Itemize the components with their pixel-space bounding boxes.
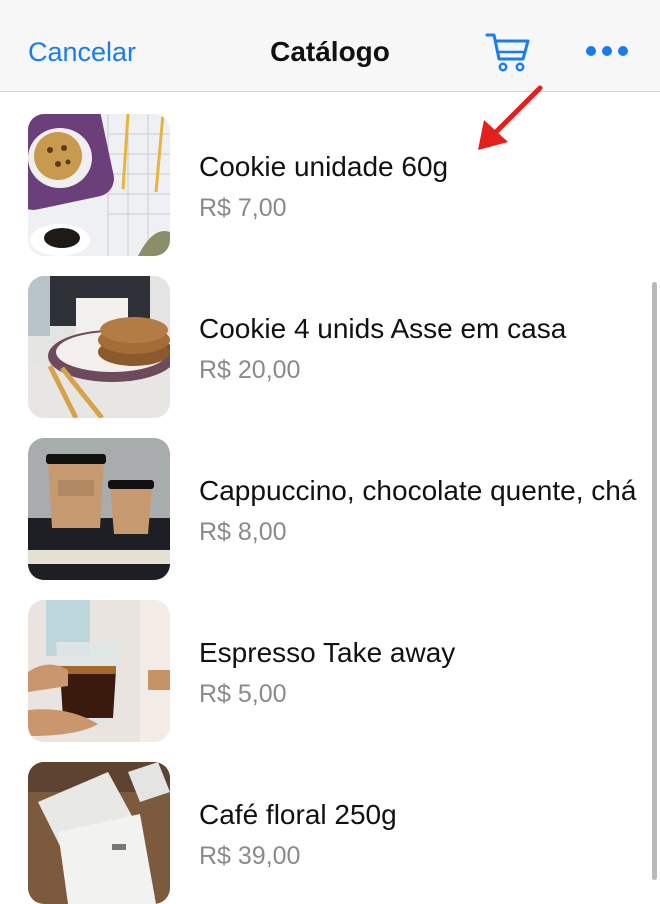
- product-thumbnail: [28, 438, 170, 580]
- product-thumbnail: [28, 600, 170, 742]
- scrollbar[interactable]: [652, 282, 657, 880]
- product-name: Cookie unidade 60g: [199, 151, 449, 182]
- more-icon: [586, 46, 628, 56]
- cart-icon: [485, 33, 530, 72]
- product-thumbnail: [28, 762, 170, 904]
- list-item[interactable]: Café floral 250g R$ 39,00: [0, 740, 660, 904]
- product-name: Espresso Take away: [199, 637, 456, 668]
- list-item[interactable]: Cookie 4 unids Asse em casa R$ 20,00: [0, 254, 660, 418]
- list-item[interactable]: Cookie unidade 60g R$ 7,00: [0, 92, 660, 256]
- cart-button[interactable]: [484, 30, 532, 74]
- product-price: R$ 8,00: [199, 518, 287, 546]
- navigation-bar: Cancelar Catálogo: [0, 0, 660, 92]
- more-button[interactable]: [582, 36, 632, 66]
- list-item[interactable]: Cappuccino, chocolate quente, chá R$ 8,0…: [0, 416, 660, 580]
- cancel-button[interactable]: Cancelar: [28, 34, 136, 70]
- product-price: R$ 5,00: [199, 680, 287, 708]
- list-item[interactable]: Espresso Take away R$ 5,00: [0, 578, 660, 742]
- product-thumbnail: [28, 114, 170, 256]
- product-price: R$ 20,00: [199, 356, 301, 384]
- product-price: R$ 7,00: [199, 194, 287, 222]
- product-name: Cappuccino, chocolate quente, chá: [199, 475, 637, 506]
- product-name: Cookie 4 unids Asse em casa: [199, 313, 567, 344]
- product-thumbnail: [28, 276, 170, 418]
- product-name: Café floral 250g: [199, 799, 397, 830]
- product-price: R$ 39,00: [199, 842, 301, 870]
